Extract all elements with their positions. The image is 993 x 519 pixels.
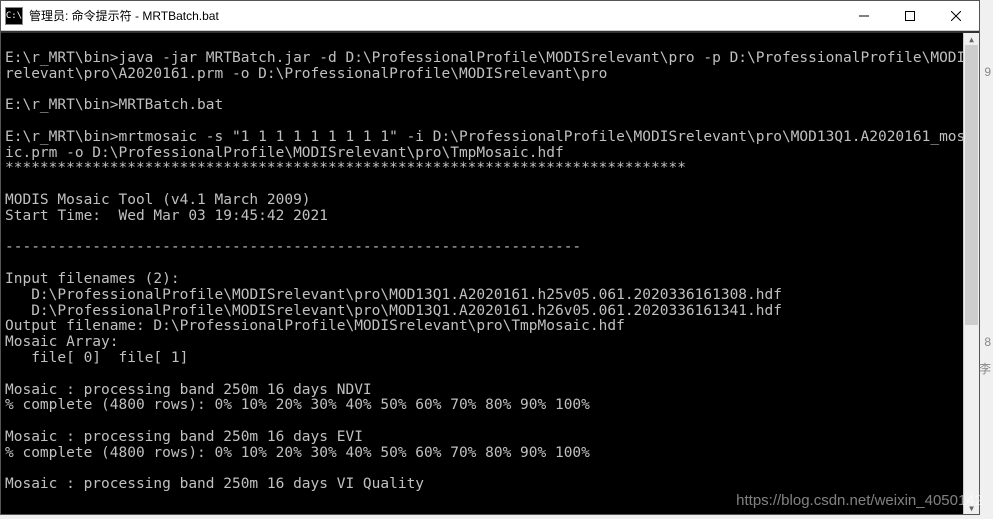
terminal-line: Start Time: Wed Mar 03 19:45:42 2021 bbox=[5, 209, 975, 225]
scrollbar-thumb[interactable] bbox=[965, 45, 978, 325]
terminal-line: % complete (4800 rows): 0% 10% 20% 30% 4… bbox=[5, 446, 975, 462]
titlebar[interactable]: C:\ 管理员: 命令提示符 - MRTBatch.bat bbox=[1, 1, 979, 31]
minimize-icon bbox=[859, 11, 869, 21]
terminal-line: Mosaic : processing band 250m 16 days VI… bbox=[5, 477, 975, 493]
terminal-line: file[ 0] file[ 1] bbox=[5, 351, 975, 367]
close-icon bbox=[951, 11, 961, 21]
terminal-line: MODIS Mosaic Tool (v4.1 March 2009) bbox=[5, 193, 975, 209]
terminal-line: D:\ProfessionalProfile\MODISrelevant\pro… bbox=[5, 288, 975, 304]
side-number: 8 bbox=[984, 335, 991, 349]
maximize-icon bbox=[905, 11, 915, 21]
terminal-line: E:\r_MRT\bin>MRTBatch.bat bbox=[5, 98, 975, 114]
maximize-button[interactable] bbox=[887, 1, 933, 31]
terminal-line: % complete (4800 rows): 0% 10% 20% 30% 4… bbox=[5, 398, 975, 414]
terminal-line bbox=[5, 114, 975, 130]
terminal-line bbox=[5, 256, 975, 272]
side-char: 李 bbox=[979, 360, 991, 377]
terminal-line bbox=[5, 367, 975, 383]
terminal-line bbox=[5, 414, 975, 430]
terminal-line: ****************************************… bbox=[5, 161, 975, 177]
cmd-icon-text: C:\ bbox=[6, 11, 22, 21]
terminal-line: ----------------------------------------… bbox=[5, 240, 975, 256]
close-button[interactable] bbox=[933, 1, 979, 31]
window-controls bbox=[841, 1, 979, 30]
terminal-line bbox=[5, 225, 975, 241]
cmd-icon: C:\ bbox=[5, 7, 23, 25]
terminal-line bbox=[5, 82, 975, 98]
terminal-line: Mosaic : processing band 250m 16 days EV… bbox=[5, 430, 975, 446]
watermark-text: https://blog.csdn.net/weixin_4050142 bbox=[736, 492, 983, 509]
terminal-line bbox=[5, 177, 975, 193]
command-prompt-window: C:\ 管理员: 命令提示符 - MRTBatch.bat E:\r_MRT\b… bbox=[0, 0, 980, 515]
terminal-line: E:\r_MRT\bin>mrtmosaic -s "1 1 1 1 1 1 1… bbox=[5, 130, 975, 162]
terminal-output[interactable]: E:\r_MRT\bin>java -jar MRTBatch.jar -d D… bbox=[1, 31, 979, 514]
terminal-line: Mosaic Array: bbox=[5, 335, 975, 351]
terminal-line: Mosaic : processing band 250m 16 days ND… bbox=[5, 383, 975, 399]
vertical-scrollbar[interactable]: ▲ ▼ bbox=[963, 33, 979, 514]
terminal-line: Input filenames (2): bbox=[5, 272, 975, 288]
terminal-line bbox=[5, 35, 975, 51]
side-number: 9 bbox=[984, 65, 991, 79]
terminal-line bbox=[5, 462, 975, 478]
window-title: 管理员: 命令提示符 - MRTBatch.bat bbox=[29, 7, 841, 24]
scroll-up-arrow-icon[interactable]: ▲ bbox=[964, 33, 979, 45]
terminal-line: E:\r_MRT\bin>java -jar MRTBatch.jar -d D… bbox=[5, 51, 975, 83]
minimize-button[interactable] bbox=[841, 1, 887, 31]
terminal-line: Output filename: D:\ProfessionalProfile\… bbox=[5, 319, 975, 335]
terminal-line: D:\ProfessionalProfile\MODISrelevant\pro… bbox=[5, 304, 975, 320]
